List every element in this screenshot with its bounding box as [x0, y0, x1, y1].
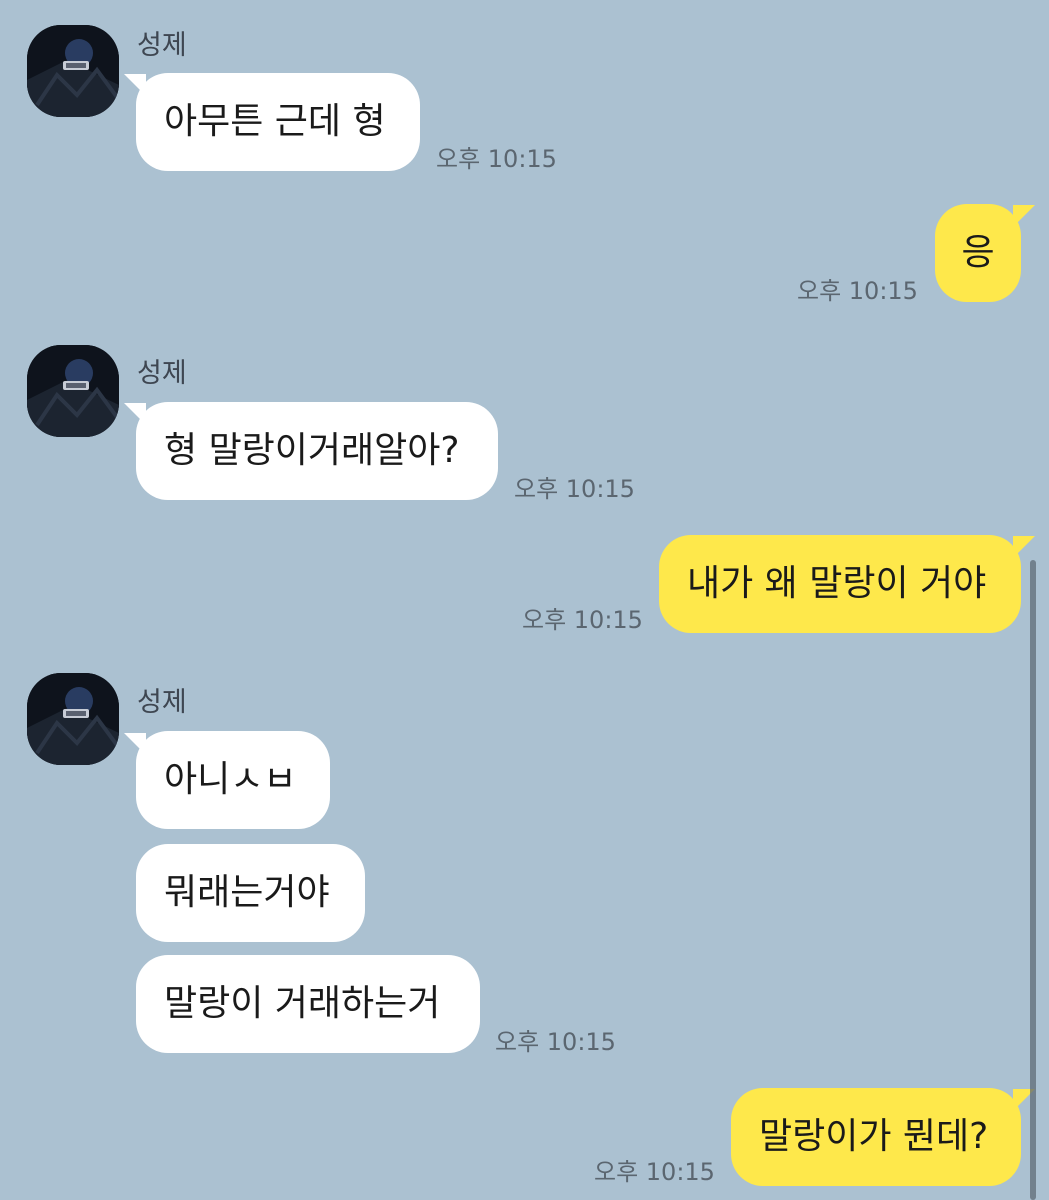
message-timestamp: 오후 10:15	[594, 1158, 715, 1186]
message-timestamp: 오후 10:15	[495, 1028, 616, 1056]
sender-avatar[interactable]	[27, 345, 119, 437]
incoming-message-bubble[interactable]: 말랑이 거래하는거	[136, 955, 480, 1053]
incoming-message-bubble[interactable]: 뭐래는거야	[136, 844, 365, 942]
sender-name: 성제	[137, 687, 187, 718]
sender-name: 성제	[137, 358, 187, 389]
chat-room: 성제 아무튼 근데 형 오후 10:15 응 오후 10:15 성제 형 말랑이…	[0, 0, 1049, 1200]
sender-name: 성제	[137, 30, 187, 61]
incoming-message-bubble[interactable]: 형 말랑이거래알아?	[136, 402, 498, 500]
incoming-message-bubble[interactable]: 아무튼 근데 형	[136, 73, 420, 171]
message-timestamp: 오후 10:15	[436, 145, 557, 173]
sender-avatar[interactable]	[27, 25, 119, 117]
message-timestamp: 오후 10:15	[514, 475, 635, 503]
outgoing-message-bubble[interactable]: 내가 왜 말랑이 거야	[659, 535, 1021, 633]
sender-avatar[interactable]	[27, 673, 119, 765]
outgoing-message-bubble[interactable]: 응	[935, 204, 1021, 302]
vertical-scrollbar[interactable]	[1030, 560, 1036, 1200]
outgoing-message-bubble[interactable]: 말랑이가 뭔데?	[731, 1088, 1021, 1186]
message-timestamp: 오후 10:15	[522, 606, 643, 634]
incoming-message-bubble[interactable]: 아니ㅅㅂ	[136, 731, 330, 829]
message-timestamp: 오후 10:15	[797, 277, 918, 305]
